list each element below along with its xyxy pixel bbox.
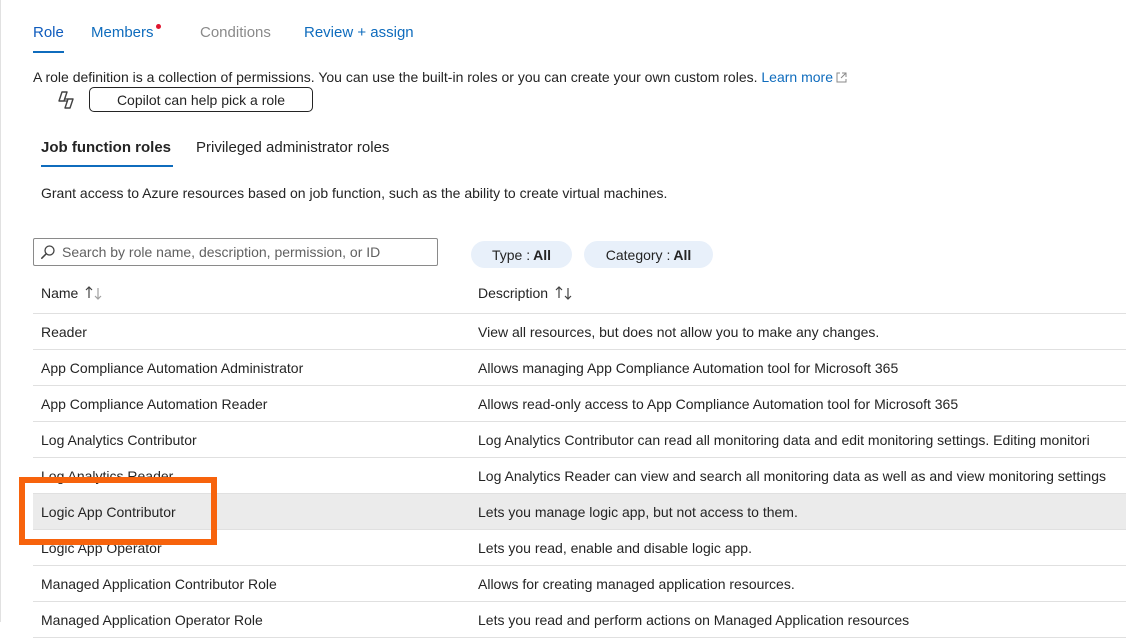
- tab-review-assign[interactable]: Review + assign: [304, 24, 414, 41]
- role-description-cell: View all resources, but does not allow y…: [478, 324, 880, 340]
- external-link-icon: [836, 72, 847, 83]
- table-row[interactable]: Managed Application Contributor Role Allo…: [33, 566, 1126, 602]
- table-row[interactable]: Log Analytics Reader Log Analytics Reader…: [33, 458, 1126, 494]
- column-header-description[interactable]: Description: [478, 285, 574, 301]
- copilot-icon: [58, 91, 74, 109]
- sort-icon: [555, 286, 572, 300]
- tab-conditions[interactable]: Conditions: [200, 24, 271, 41]
- table-row-selected[interactable]: Logic App Contributor Lets you manage log…: [33, 494, 1126, 530]
- role-name: Reader: [41, 324, 87, 340]
- role-name: Log Analytics Reader: [41, 468, 174, 484]
- role-description: A role definition is a collection of per…: [33, 69, 847, 85]
- role-description-cell: Allows read-only access to App Complianc…: [478, 396, 959, 412]
- table-row[interactable]: Logic App Operator Lets you read, enable …: [33, 530, 1126, 566]
- role-description-cell: Allows managing App Compliance Automatio…: [478, 360, 899, 376]
- type-filter-value: All: [533, 246, 552, 263]
- role-name: Logic App Operator: [41, 540, 162, 556]
- category-filter-label: Category :: [605, 246, 671, 263]
- role-name: Managed Application Operator Role: [41, 612, 263, 628]
- role-name: Managed Application Contributor Role: [41, 576, 277, 592]
- left-border: [0, 0, 1, 622]
- tab-members[interactable]: Members: [91, 24, 154, 41]
- copilot-help-button[interactable]: Copilot can help pick a role: [89, 87, 313, 112]
- table-row[interactable]: App Compliance Automation Administrator A…: [33, 350, 1126, 386]
- role-search-box[interactable]: [33, 238, 438, 266]
- tab-privileged-administrator-roles[interactable]: Privileged administrator roles: [196, 139, 389, 156]
- role-description-cell: Log Analytics Reader can view and search…: [478, 468, 1107, 484]
- search-input[interactable]: [62, 244, 437, 260]
- learn-more-label: Learn more: [761, 69, 833, 85]
- role-description-cell: Log Analytics Contributor can read all m…: [478, 432, 1090, 448]
- roles-table-header: Name Description: [33, 277, 1126, 314]
- category-filter-pill[interactable]: Category : All: [584, 241, 713, 268]
- table-row[interactable]: Log Analytics Contributor Log Analytics C…: [33, 422, 1126, 458]
- sort-icon: [85, 286, 102, 300]
- type-filter-label: Type :: [491, 246, 531, 263]
- role-description-cell: Lets you read, enable and disable logic …: [478, 540, 752, 556]
- tab-job-function-roles[interactable]: Job function roles: [41, 139, 174, 167]
- role-description-cell: Allows for creating managed application …: [478, 576, 795, 592]
- members-notification-dot: [156, 24, 161, 29]
- role-description-cell: Lets you manage logic app, but not acces…: [478, 504, 798, 520]
- role-description-cell: Lets you read and perform actions on Man…: [478, 612, 910, 628]
- column-header-name[interactable]: Name: [41, 285, 104, 301]
- column-header-description-label: Description: [478, 285, 549, 301]
- search-icon: [41, 245, 55, 259]
- table-row[interactable]: App Compliance Automation Reader Allows r…: [33, 386, 1126, 422]
- category-filter-value: All: [673, 246, 692, 263]
- role-name: Logic App Contributor: [41, 504, 176, 520]
- role-name: App Compliance Automation Administrator: [41, 360, 304, 376]
- learn-more-link[interactable]: Learn more: [761, 69, 847, 85]
- roles-table-body: Reader View all resources, but does not a…: [33, 314, 1126, 638]
- table-row[interactable]: Reader View all resources, but does not a…: [33, 314, 1126, 350]
- role-name: Log Analytics Contributor: [41, 432, 197, 448]
- tab-role[interactable]: Role: [33, 24, 64, 53]
- table-row[interactable]: Managed Application Operator Role Lets yo…: [33, 602, 1126, 638]
- role-description-text: A role definition is a collection of per…: [33, 69, 758, 85]
- column-header-name-label: Name: [41, 285, 79, 301]
- grant-description: Grant access to Azure resources based on…: [41, 185, 668, 201]
- type-filter-pill[interactable]: Type : All: [471, 241, 572, 268]
- role-name: App Compliance Automation Reader: [41, 396, 268, 412]
